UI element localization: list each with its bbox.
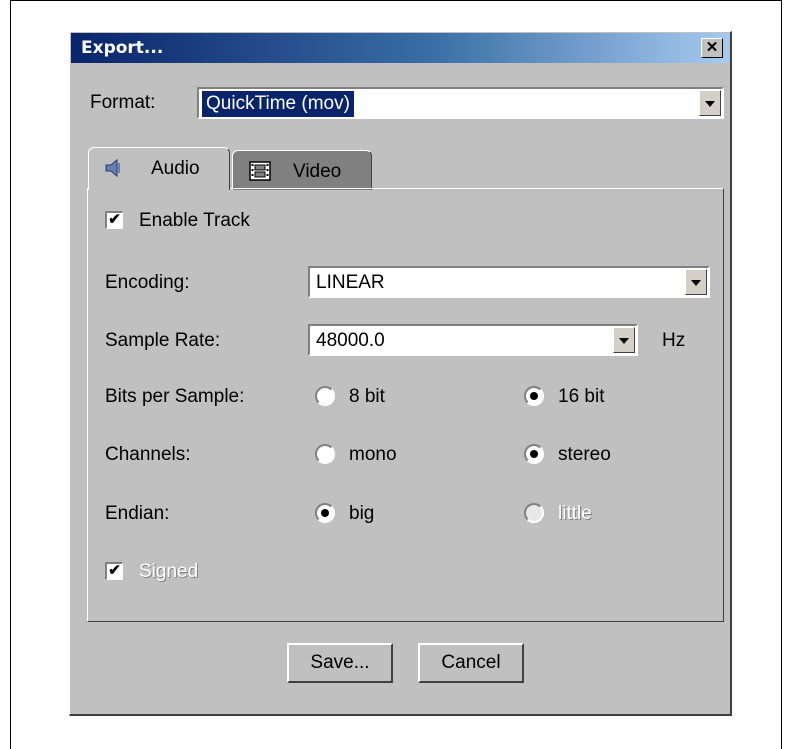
- radio-stereo[interactable]: [524, 444, 544, 464]
- signed-label: Signed: [139, 561, 199, 582]
- radio-big[interactable]: [315, 503, 335, 523]
- film-icon: [249, 161, 271, 181]
- radio-8-bit[interactable]: [315, 386, 335, 406]
- radio-16-bit[interactable]: [524, 386, 544, 406]
- radio-stereo-label: stereo: [558, 444, 611, 465]
- radio-little: [524, 503, 544, 523]
- chevron-down-icon[interactable]: [699, 90, 721, 116]
- sample-rate-select[interactable]: 48000.0: [308, 324, 638, 356]
- sample-rate-value: 48000.0: [316, 330, 385, 351]
- chevron-down-icon[interactable]: [685, 269, 707, 295]
- radio-big-label: big: [349, 503, 375, 524]
- tab-video-label: Video: [293, 161, 342, 182]
- chevron-down-icon[interactable]: [613, 327, 635, 353]
- channels-label: Channels:: [105, 444, 191, 465]
- sample-rate-unit: Hz: [662, 330, 686, 351]
- radio-8-bit-label: 8 bit: [349, 386, 385, 407]
- dialog-title: Export...: [81, 38, 164, 58]
- radio-mono-label: mono: [349, 444, 397, 465]
- sample-rate-label: Sample Rate:: [105, 330, 221, 351]
- encoding-label: Encoding:: [105, 272, 190, 293]
- speaker-icon: [105, 158, 120, 178]
- endian-label: Endian:: [105, 503, 170, 524]
- close-icon: ✕: [705, 39, 719, 56]
- tab-audio[interactable]: Audio: [88, 147, 230, 190]
- signed-checkbox: ✔: [105, 562, 123, 580]
- radio-little-label: little: [558, 503, 592, 524]
- encoding-select[interactable]: LINEAR: [308, 266, 710, 298]
- save-button[interactable]: Save...: [287, 643, 393, 683]
- format-label: Format:: [90, 92, 156, 113]
- enable-track-label: Enable Track: [139, 210, 250, 231]
- tab-audio-label: Audio: [151, 158, 200, 179]
- enable-track-checkbox[interactable]: ✔: [105, 211, 123, 229]
- cancel-button[interactable]: Cancel: [418, 643, 524, 683]
- radio-16-bit-label: 16 bit: [558, 386, 605, 407]
- format-select[interactable]: QuickTime (mov): [197, 87, 724, 119]
- tab-video[interactable]: Video: [232, 150, 372, 190]
- radio-mono[interactable]: [315, 444, 335, 464]
- title-bar[interactable]: Export... ✕: [71, 33, 729, 63]
- encoding-value: LINEAR: [316, 272, 385, 293]
- format-value: QuickTime (mov): [201, 90, 355, 118]
- close-button[interactable]: ✕: [701, 38, 723, 58]
- bits-per-sample-label: Bits per Sample:: [105, 386, 245, 407]
